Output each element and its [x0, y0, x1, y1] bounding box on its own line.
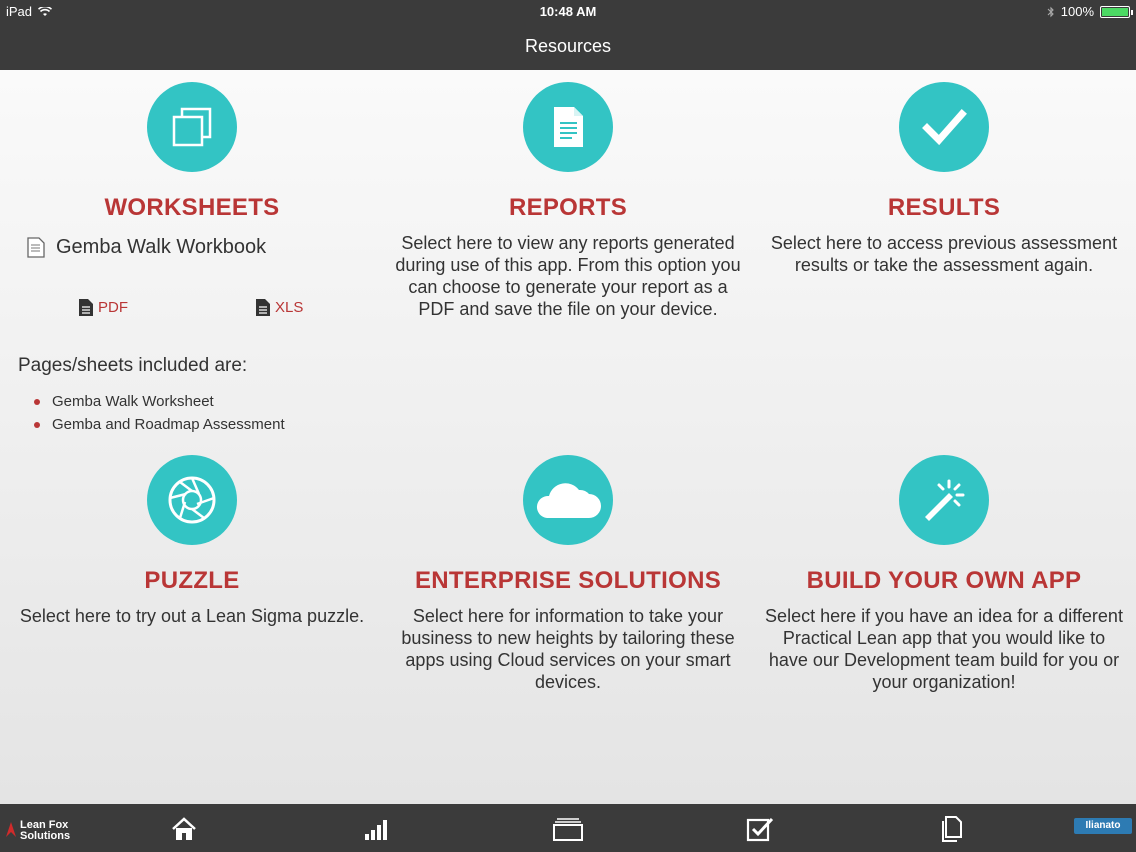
- status-time: 10:48 AM: [539, 4, 597, 19]
- worksheets-section: WORKSHEETS: [4, 82, 380, 222]
- top-bar: iPad 10:48 AM 100% Resources: [0, 0, 1136, 70]
- puzzle-description: Select here to try out a Lean Sigma puzz…: [19, 606, 365, 626]
- puzzle-section[interactable]: PUZZLE Select here to try out a Lean Sig…: [4, 455, 380, 627]
- status-right: 100%: [1047, 4, 1133, 19]
- workbook-label: Gemba Walk Workbook: [56, 236, 267, 258]
- worksheets-title: WORKSHEETS: [104, 194, 280, 221]
- reports-description: Select here to view any reports generate…: [395, 233, 741, 319]
- build-app-title: BUILD YOUR OWN APP: [806, 567, 1082, 594]
- list-item: Gemba Walk Worksheet: [34, 390, 285, 413]
- report-document-icon: [554, 107, 583, 147]
- tab-resources[interactable]: [937, 816, 967, 842]
- chart-icon: [365, 820, 387, 840]
- pdf-link[interactable]: PDF: [78, 298, 128, 317]
- tab-worksheets[interactable]: [553, 816, 583, 842]
- reports-title: REPORTS: [508, 194, 628, 221]
- build-app-description: Select here if you have an idea for a di…: [765, 606, 1123, 692]
- reports-button[interactable]: [523, 82, 613, 172]
- pages-label: Pages/sheets included are:: [18, 355, 248, 376]
- page-title: Resources: [524, 36, 612, 56]
- results-button[interactable]: [899, 82, 989, 172]
- resources-content: WORKSHEETS Gemba Walk Workbook PDF XLS P…: [0, 70, 1136, 804]
- aperture-icon: [168, 476, 216, 524]
- workbook-icon: [27, 236, 45, 258]
- xls-file-icon: [256, 299, 270, 316]
- enterprise-section[interactable]: ENTERPRISE SOLUTIONS Select here for inf…: [380, 455, 756, 693]
- puzzle-title: PUZZLE: [144, 567, 240, 594]
- tab-assessment[interactable]: [745, 816, 775, 842]
- puzzle-button[interactable]: [147, 455, 237, 545]
- fox-logo-icon: [6, 822, 16, 837]
- reports-section[interactable]: REPORTS Select here to view any reports …: [380, 82, 756, 320]
- xls-label: XLS: [275, 299, 304, 316]
- home-icon: [172, 817, 196, 840]
- results-section[interactable]: RESULTS Select here to access previous a…: [756, 82, 1132, 276]
- build-app-button[interactable]: [899, 455, 989, 545]
- list-item: Gemba and Roadmap Assessment: [34, 413, 285, 436]
- battery-icon: [1100, 5, 1133, 18]
- brand-name: Lean Fox Solutions: [20, 819, 71, 842]
- bluetooth-icon: [1047, 6, 1054, 17]
- checkbox-icon: [746, 817, 774, 842]
- results-title: RESULTS: [887, 194, 1001, 221]
- partner-logo[interactable]: Ilianato: [1074, 818, 1132, 834]
- magic-wand-icon: [925, 479, 965, 521]
- pdf-file-icon: [79, 299, 93, 316]
- status-bar: iPad 10:48 AM 100%: [0, 0, 1136, 22]
- worksheets-button[interactable]: [147, 82, 237, 172]
- enterprise-button[interactable]: [523, 455, 613, 545]
- results-description: Select here to access previous assessmen…: [770, 233, 1118, 275]
- battery-percent: 100%: [1060, 4, 1094, 19]
- enterprise-description: Select here for information to take your…: [401, 606, 735, 692]
- checkmark-icon: [922, 109, 967, 146]
- xls-link[interactable]: XLS: [255, 298, 303, 317]
- document-icon: [942, 816, 962, 842]
- tab-stats[interactable]: [361, 816, 391, 842]
- build-app-section[interactable]: BUILD YOUR OWN APP Select here if you ha…: [756, 455, 1132, 693]
- cloud-icon: [536, 483, 601, 518]
- workbook-row[interactable]: Gemba Walk Workbook: [26, 236, 266, 259]
- layers-icon: [553, 818, 583, 841]
- pdf-label: PDF: [98, 299, 128, 316]
- tab-home[interactable]: [169, 816, 199, 842]
- pages-list: Gemba Walk Worksheet Gemba and Roadmap A…: [34, 390, 285, 436]
- tab-bar: Lean Fox Solutions Ilianato: [0, 804, 1136, 852]
- worksheets-icon: [172, 107, 212, 147]
- enterprise-title: ENTERPRISE SOLUTIONS: [414, 567, 722, 594]
